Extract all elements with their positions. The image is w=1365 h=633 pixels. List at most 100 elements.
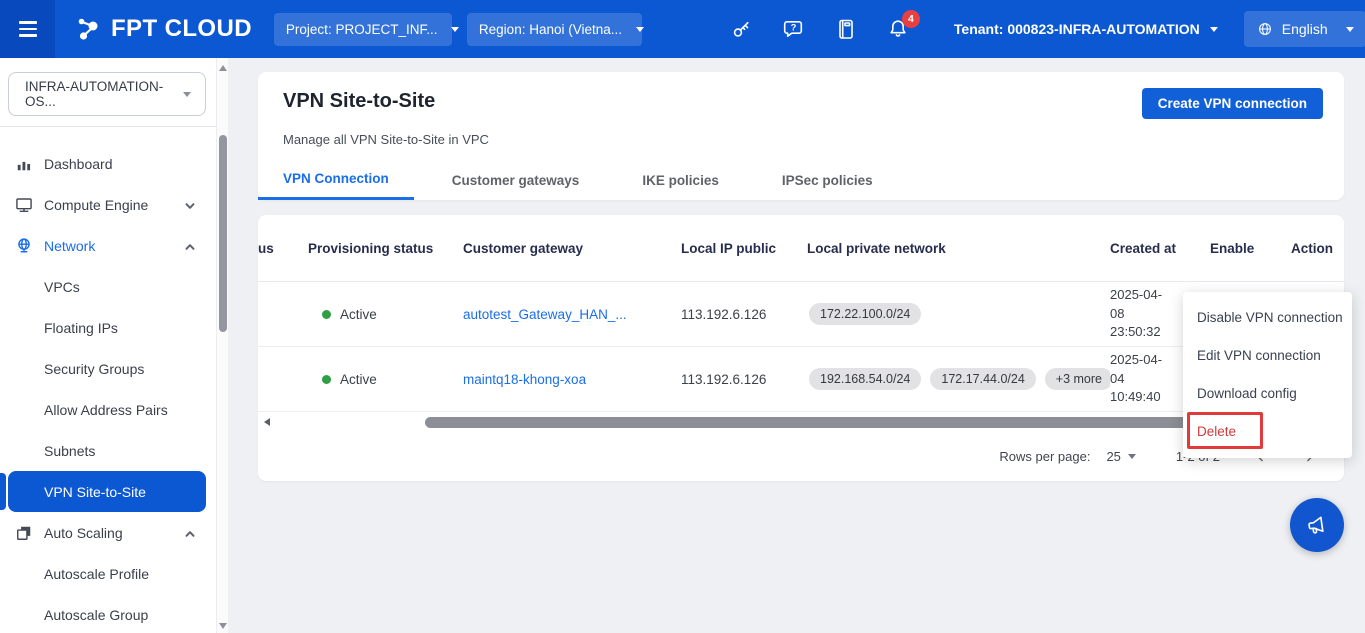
user-guide-icon[interactable] (834, 17, 858, 41)
table-header-row: usProvisioning statusCustomer gatewayLoc… (258, 215, 1344, 282)
chevron-down-icon (1210, 27, 1218, 32)
page-header-card: VPN Site-to-Site Manage all VPN Site-to-… (258, 72, 1344, 200)
menu-item-disable-vpn-connection[interactable]: Disable VPN connection (1183, 298, 1352, 336)
local-private-network-cell: 172.22.100.0/24 (807, 303, 1110, 325)
logo-text: FPT CLOUD (111, 15, 252, 43)
menu-item-download-config[interactable]: Download config (1183, 374, 1352, 412)
tab-ike-policies[interactable]: IKE policies (617, 160, 744, 200)
top-header: FPT CLOUD Project: PROJECT_INF... Region… (0, 0, 1365, 58)
table-row: Activemaintq18-khong-xoa 113.192.6.126192… (258, 347, 1344, 412)
customer-gateway-link[interactable]: autotest_Gateway_HAN_... (463, 307, 627, 322)
sidebar-item-security-groups[interactable]: Security Groups (8, 348, 206, 389)
pagination: Rows per page: 25 1-2 of 2 (258, 431, 1344, 481)
sidebar-nav: DashboardCompute EngineNetworkVPCsFloati… (0, 143, 216, 633)
chevron-down-icon (451, 27, 459, 32)
table-body: Activeautotest_Gateway_HAN_...113.192.6.… (258, 282, 1344, 412)
column-header-customer-gateway: Customer gateway (463, 241, 681, 256)
status-active-dot (322, 375, 331, 384)
header-icons: ? 4 (730, 17, 910, 41)
layers-icon (14, 523, 34, 543)
provisioning-status-cell: Active (308, 307, 463, 322)
sidebar-scroll-thumb[interactable] (219, 135, 227, 332)
column-header-us: us (258, 241, 308, 256)
sidebar-item-floating-ips[interactable]: Floating IPs (8, 307, 206, 348)
sidebar-item-autoscale-group[interactable]: Autoscale Group (8, 594, 206, 633)
customer-gateway-cell: maintq18-khong-xoa (463, 372, 681, 387)
region-selector[interactable]: Region: Hanoi (Vietna... (467, 13, 642, 46)
hamburger-menu-icon[interactable] (0, 0, 55, 58)
column-header-enable: Enable (1210, 241, 1291, 256)
page-title: VPN Site-to-Site (283, 90, 435, 113)
notification-badge: 4 (902, 10, 920, 28)
sidebar-item-compute-engine[interactable]: Compute Engine (8, 184, 206, 225)
bar-chart-icon (14, 154, 34, 174)
vpn-table-card: usProvisioning statusCustomer gatewayLoc… (258, 215, 1344, 481)
rows-per-page-label: Rows per page: (999, 449, 1090, 464)
row-action-menu: Disable VPN connectionEdit VPN connectio… (1183, 292, 1352, 458)
tab-bar: VPN Connection Customer gateways IKE polic… (258, 160, 911, 200)
sidebar-item-dashboard[interactable]: Dashboard (8, 143, 206, 184)
sidebar-item-allow-address-pairs[interactable]: Allow Address Pairs (8, 389, 206, 430)
project-selector[interactable]: Project: PROJECT_INF... (274, 13, 452, 46)
chevron-down-icon (1346, 27, 1354, 32)
local-private-network-cell: 192.168.54.0/24 172.17.44.0/24 +3 more (807, 368, 1110, 390)
globe-icon (1256, 20, 1274, 38)
vpc-selector[interactable]: INFRA-AUTOMATION-OS... (8, 72, 206, 116)
chevron-down-icon (183, 92, 191, 97)
scroll-left-icon[interactable] (264, 418, 270, 426)
local-ip-cell: 113.192.6.126 (681, 372, 807, 387)
customer-gateway-cell: autotest_Gateway_HAN_... (463, 307, 681, 322)
notifications-icon[interactable]: 4 (886, 17, 910, 41)
sidebar-item-auto-scaling[interactable]: Auto Scaling (8, 512, 206, 553)
language-selector[interactable]: English (1244, 11, 1365, 47)
sidebar-item-network[interactable]: Network (8, 225, 206, 266)
support-chat-icon[interactable]: ? (782, 17, 806, 41)
tenant-selector[interactable]: Tenant: 000823-INFRA-AUTOMATION (954, 21, 1218, 37)
menu-item-edit-vpn-connection[interactable]: Edit VPN connection (1183, 336, 1352, 374)
table-row: Activeautotest_Gateway_HAN_... 113.192.6.… (258, 282, 1344, 347)
sidebar-scrollbar[interactable] (216, 58, 228, 633)
monitor-icon (14, 195, 34, 215)
horizontal-scrollbar[interactable] (258, 413, 1344, 431)
rows-per-page-select[interactable]: 25 (1106, 449, 1135, 464)
chevron-up-icon (184, 527, 196, 539)
sidebar-item-subnets[interactable]: Subnets (8, 430, 206, 471)
sidebar-divider (0, 126, 216, 127)
tab-customer-gateways[interactable]: Customer gateways (427, 160, 605, 200)
column-header-created-at: Created at (1110, 241, 1210, 256)
local-ip-cell: 113.192.6.126 (681, 307, 807, 322)
main-content: VPN Site-to-Site Manage all VPN Site-to-… (228, 58, 1365, 633)
globe-network-icon (14, 236, 34, 256)
feedback-fab[interactable] (1290, 498, 1344, 552)
network-chip: +3 more (1045, 368, 1110, 390)
scroll-up-icon[interactable] (219, 65, 227, 71)
network-chip: 172.17.44.0/24 (930, 368, 1035, 390)
column-header-local-ip-public: Local IP public (681, 241, 807, 256)
scroll-down-icon[interactable] (219, 623, 227, 629)
page-subtitle: Manage all VPN Site-to-Site in VPC (283, 132, 489, 147)
chevron-down-icon (1128, 454, 1136, 459)
menu-item-delete[interactable]: Delete (1183, 412, 1352, 450)
key-icon[interactable] (730, 17, 754, 41)
provisioning-status-cell: Active (308, 372, 463, 387)
customer-gateway-link[interactable]: maintq18-khong-xoa (463, 372, 586, 387)
column-header-action: Action (1291, 241, 1344, 256)
network-chip: 192.168.54.0/24 (809, 368, 921, 390)
tab-ipsec-policies[interactable]: IPSec policies (757, 160, 898, 200)
svg-text:?: ? (791, 23, 797, 34)
chevron-up-icon (184, 240, 196, 252)
sidebar-item-autoscale-profile[interactable]: Autoscale Profile (8, 553, 206, 594)
column-header-local-private-network: Local private network (807, 241, 1110, 256)
create-vpn-connection-button[interactable]: Create VPN connection (1142, 88, 1323, 119)
column-header-provisioning-status: Provisioning status (308, 241, 463, 256)
chevron-down-icon (636, 27, 644, 32)
sidebar: INFRA-AUTOMATION-OS... DashboardCompute … (0, 58, 228, 633)
network-chip: 172.22.100.0/24 (809, 303, 921, 325)
chevron-down-icon (184, 199, 196, 211)
tab-vpn-connection[interactable]: VPN Connection (258, 160, 414, 200)
sidebar-item-vpn-site-to-site[interactable]: VPN Site-to-Site (8, 471, 206, 512)
status-active-dot (322, 310, 331, 319)
fpt-cloud-logo: FPT CLOUD (75, 15, 252, 43)
megaphone-icon (1302, 510, 1331, 539)
sidebar-item-vpcs[interactable]: VPCs (8, 266, 206, 307)
